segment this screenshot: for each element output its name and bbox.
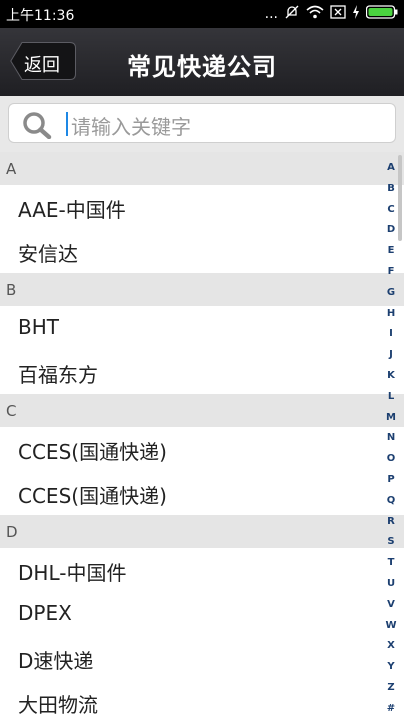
title-bar: 返回 常见快递公司 <box>0 28 404 96</box>
list-item[interactable]: 大田物流 <box>0 680 404 724</box>
list-item[interactable]: D速快递 <box>0 636 404 680</box>
index-letter-m[interactable]: M <box>378 412 404 423</box>
index-letter-o[interactable]: O <box>378 453 404 464</box>
dots-icon: ... <box>264 6 278 22</box>
index-letter-w[interactable]: W <box>378 620 404 631</box>
index-letter-n[interactable]: N <box>378 432 404 443</box>
index-letter-s[interactable]: S <box>378 536 404 547</box>
status-bar: 上午11:36 ... <box>0 0 404 28</box>
index-letter-r[interactable]: R <box>378 516 404 527</box>
company-list: A AAE-中国件 安信达 B BHT 百福东方 C CCES(国通快递) CC… <box>0 152 404 724</box>
status-time: 上午11:36 <box>6 8 75 24</box>
index-letter-t[interactable]: T <box>378 557 404 568</box>
page-title: 常见快递公司 <box>127 53 277 81</box>
index-letter-hash[interactable]: # <box>378 703 404 714</box>
list-item[interactable]: CCES(国通快递) <box>0 471 404 515</box>
text-cursor <box>66 112 68 136</box>
index-letter-q[interactable]: Q <box>378 495 404 506</box>
section-header-a: A <box>0 152 404 185</box>
list-item[interactable]: 安信达 <box>0 229 404 273</box>
index-letter-p[interactable]: P <box>378 474 404 485</box>
list-item[interactable]: AAE-中国件 <box>0 185 404 229</box>
mute-icon <box>284 4 300 24</box>
index-letter-k[interactable]: K <box>378 370 404 381</box>
list-item[interactable]: DHL-中国件 <box>0 548 404 592</box>
index-letter-u[interactable]: U <box>378 578 404 589</box>
list-item[interactable]: CCES(国通快递) <box>0 427 404 471</box>
index-letter-g[interactable]: G <box>378 287 404 298</box>
battery-icon <box>365 5 398 23</box>
search-placeholder: 请输入关键字 <box>71 115 191 139</box>
index-letter-y[interactable]: Y <box>378 661 404 672</box>
index-letter-l[interactable]: L <box>378 391 404 402</box>
search-icon <box>21 111 55 143</box>
index-letter-h[interactable]: H <box>378 308 404 319</box>
list-item[interactable]: DPEX <box>0 592 404 636</box>
section-header-d: D <box>0 515 404 548</box>
sim-icon <box>330 5 346 23</box>
index-letter-e[interactable]: E <box>378 245 404 256</box>
search-input[interactable]: 请输入关键字 <box>8 103 396 143</box>
charging-icon <box>352 5 360 23</box>
index-letter-j[interactable]: J <box>378 349 404 360</box>
index-letter-v[interactable]: V <box>378 599 404 610</box>
list-item[interactable]: 百福东方 <box>0 350 404 394</box>
section-header-b: B <box>0 273 404 306</box>
index-letter-z[interactable]: Z <box>378 682 404 693</box>
index-letter-f[interactable]: F <box>378 266 404 277</box>
search-bar: 请输入关键字 <box>0 96 404 152</box>
wifi-icon <box>306 5 324 23</box>
scrollbar[interactable] <box>398 155 402 241</box>
list-item[interactable]: BHT <box>0 306 404 350</box>
index-letter-x[interactable]: X <box>378 640 404 651</box>
section-header-c: C <box>0 394 404 427</box>
index-letter-i[interactable]: I <box>378 328 404 339</box>
status-icons: ... <box>265 4 398 24</box>
